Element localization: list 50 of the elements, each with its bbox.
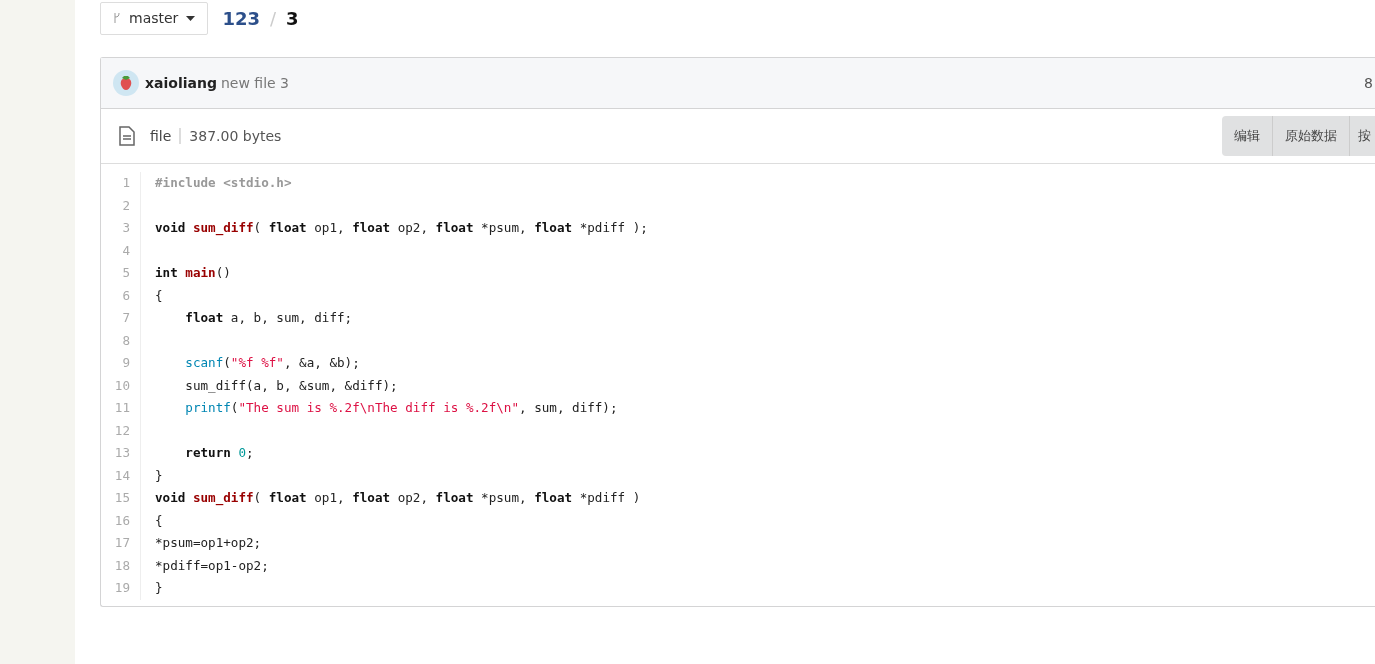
line-number: 17 [113, 534, 130, 552]
line-number: 8 [121, 331, 130, 350]
line-number: 1 [121, 174, 130, 192]
code-line: *pdiff=op1-op2; [155, 556, 269, 575]
avatar-icon [113, 70, 139, 96]
branch-icon [113, 12, 121, 24]
code-line: void sum_diff( float op1, float op2, float *psum, float *pdiff ); [155, 219, 648, 238]
commit-message: new file 3 [220, 75, 289, 91]
file-action-button[interactable]: 按 [1350, 116, 1375, 156]
code-line: return 0; [184, 444, 254, 462]
line-number: 10 [113, 376, 130, 395]
code-line: } [155, 466, 163, 485]
code-line: #include <stdio.h> [155, 174, 292, 192]
line-number: 4 [121, 241, 130, 260]
code-line: { [155, 511, 163, 530]
line-number: 13 [113, 444, 130, 462]
line-number: 5 [121, 264, 130, 282]
breadcrumb-current: 3 [286, 7, 299, 29]
line-number: 14 [113, 466, 130, 485]
line-number: 19 [113, 579, 130, 597]
code-line: float a, b, sum, diff; [184, 309, 353, 327]
code-line: *psum=op1+op2; [155, 534, 262, 552]
line-number: 3 [121, 219, 130, 237]
code-line: int main() [155, 264, 231, 282]
file-action-button[interactable]: 原始数据 [1273, 116, 1350, 156]
line-number: 9 [121, 354, 130, 372]
line-number: 18 [113, 556, 130, 575]
code-line: printf("The sum is %.2f\nThe diff is %.2f\n", sum, diff); [184, 399, 618, 417]
line-number: 6 [121, 286, 130, 305]
code-line: { [155, 286, 163, 305]
line-number: 16 [113, 511, 130, 530]
line-number: 7 [121, 309, 130, 327]
code-line: sum_diff(a, b, &sum, &diff); [184, 376, 398, 395]
file-type: file [150, 128, 182, 144]
caret-icon [186, 15, 196, 21]
breadcrumb-link[interactable]: 123 [222, 7, 260, 29]
line-number: 11 [113, 399, 130, 417]
breadcrumb-separator: / [269, 7, 277, 29]
branch-dropdown[interactable]: master [100, 1, 209, 35]
line-number: 15 [113, 489, 130, 507]
code-line: void sum_diff( float op1, float op2, float *psum, float *pdiff ) [155, 489, 641, 508]
author-link[interactable]: xaioliang [145, 75, 217, 91]
commit-hash: 8 [1364, 75, 1373, 91]
code-line: } [155, 579, 163, 597]
line-number: 2 [121, 196, 130, 215]
file-size: 387.00 bytes [189, 128, 282, 144]
file-action-button[interactable]: 编辑 [1222, 116, 1273, 156]
file-icon [119, 126, 135, 146]
line-number: 12 [113, 421, 130, 440]
code-line: scanf("%f %f", &a, &b); [184, 354, 360, 372]
